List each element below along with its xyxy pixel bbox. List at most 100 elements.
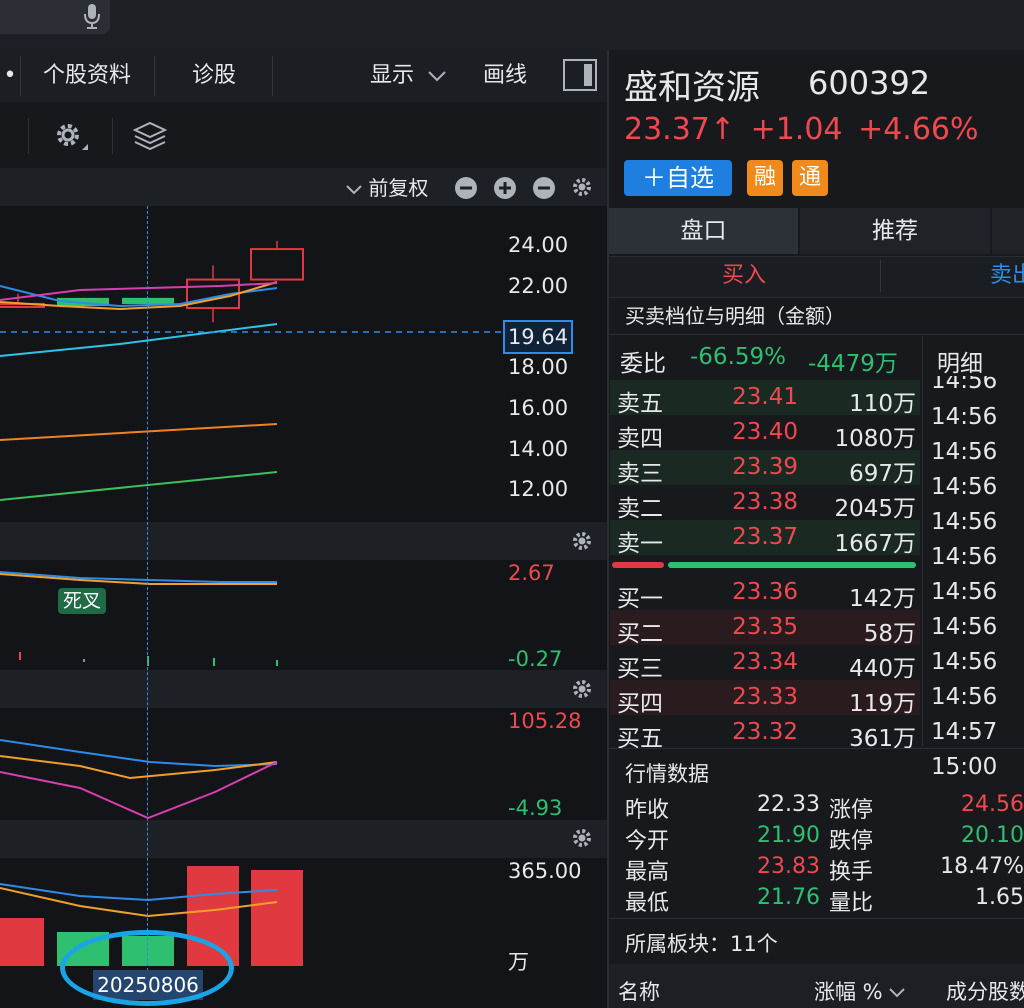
divider [609, 334, 1024, 335]
trade-time: 14:56 [931, 404, 998, 430]
trade-time: 15:00 [931, 754, 998, 780]
level-price: 23.39 [732, 454, 798, 480]
orderbook-row[interactable]: 卖一 23.37 1667万 [610, 520, 920, 557]
col-name[interactable]: 名称 [618, 976, 660, 1006]
level-label: 买二 [617, 621, 663, 647]
orderbook-row[interactable]: 卖三 23.39 697万 [610, 450, 920, 487]
adjust-dropdown[interactable]: 前复权 [346, 172, 428, 201]
level-amount: 2045万 [834, 496, 916, 522]
candle-body[interactable] [122, 297, 174, 304]
price-change-pct: +4.66% [858, 112, 979, 147]
zoom-out-icon[interactable] [532, 176, 556, 200]
y-axis-label: 16.00 [508, 396, 569, 420]
macd-chart[interactable] [0, 560, 502, 668]
tab-recommend[interactable]: 推荐 [800, 208, 990, 254]
level-label: 买三 [617, 656, 663, 682]
level-price: 23.34 [732, 649, 798, 675]
tab-more[interactable] [992, 208, 1024, 254]
level-price: 23.36 [732, 579, 798, 605]
ratio-label: 委比 [620, 351, 666, 377]
chevron-down-icon [346, 184, 362, 194]
tab-divider [880, 260, 881, 292]
stat-value: 23.83 [757, 854, 820, 879]
orderbook-row[interactable]: 买四 23.33 119万 [610, 680, 920, 717]
add-watchlist-button[interactable]: ＋自选 [624, 160, 732, 196]
orderbook-row[interactable]: 买五 23.32 361万 [610, 715, 920, 752]
level-label: 卖一 [617, 531, 663, 557]
minus-circle-icon[interactable] [454, 176, 478, 200]
tab-divider [20, 56, 21, 96]
display-label: 显示 [370, 63, 415, 88]
level-amount: 119万 [849, 691, 916, 717]
orderbook-row[interactable]: 买一 23.36 142万 [610, 575, 920, 612]
settings-gear-icon[interactable] [52, 120, 92, 154]
volume-bar[interactable] [251, 870, 303, 966]
level-amount: 110万 [849, 391, 916, 417]
gear-icon[interactable] [571, 678, 593, 700]
zoom-in-icon[interactable] [493, 176, 517, 200]
col-change-sort[interactable]: 涨幅 % [814, 976, 906, 1006]
stat-label: 换手 [829, 860, 874, 885]
candlestick-chart[interactable] [0, 206, 502, 520]
ma-line-orange-long [0, 423, 278, 441]
stat-value: 18.47% [940, 854, 1024, 879]
adjust-label: 前复权 [368, 176, 429, 200]
level-amount: 440万 [849, 656, 916, 682]
level-price: 23.35 [732, 614, 798, 640]
layers-icon[interactable] [132, 120, 168, 152]
tab-divider [154, 56, 155, 96]
col-change-label: 涨幅 % [814, 980, 883, 1004]
orderbook-row[interactable]: 买三 23.34 440万 [610, 645, 920, 682]
trade-time: 14:56 [931, 439, 998, 465]
stat-value: 1.65 [975, 885, 1024, 910]
margin-tag: 融 [747, 160, 783, 196]
draw-line-button[interactable]: 画线 [474, 50, 536, 102]
tab-quote[interactable]: 盘口 [609, 208, 798, 254]
microphone-icon[interactable] [82, 2, 102, 30]
sector-count: 所属板块：11个 [625, 932, 778, 956]
orderbook-row[interactable]: 卖五 23.41 110万 [610, 380, 920, 417]
trade-time: 14:56 [931, 509, 998, 535]
y-axis-label: 24.00 [508, 233, 569, 257]
macd-bottom-value: -0.27 [508, 647, 563, 671]
gear-icon[interactable] [571, 827, 593, 849]
tab-more-dot[interactable]: • [0, 50, 20, 102]
kdj-j-line [0, 761, 278, 820]
stock-name: 盛和资源 [624, 68, 760, 108]
stat-label: 跌停 [829, 829, 874, 854]
orderbook-row[interactable]: 卖二 23.38 2045万 [610, 485, 920, 522]
level-label: 卖五 [617, 391, 663, 417]
tab-stock-info[interactable]: 个股资料 [22, 50, 152, 102]
stat-label: 涨停 [829, 798, 874, 823]
tab-diagnose[interactable]: 诊股 [156, 50, 272, 102]
stock-code: 600392 [808, 64, 931, 102]
ratio-pct: -66.59% [690, 344, 786, 370]
price-change: +1.04 [750, 112, 843, 147]
kdj-d-line [0, 755, 278, 780]
y-axis-label: 22.00 [508, 274, 569, 298]
display-dropdown[interactable]: 显示 [370, 50, 447, 102]
level-label: 卖四 [617, 426, 663, 452]
crosshair-vertical [147, 206, 148, 986]
col-members[interactable]: 成分股数 [946, 976, 1024, 1006]
orderbook-row[interactable]: 卖四 23.40 1080万 [610, 415, 920, 452]
tab-sell[interactable]: 卖出 [990, 258, 1024, 294]
kdj-chart[interactable] [0, 708, 502, 820]
ratio-amount: -4479万 [808, 351, 898, 377]
macd-pane-header [0, 522, 607, 560]
top-bar [0, 0, 1024, 50]
gear-icon[interactable] [571, 176, 593, 198]
current-price: 23.37 [624, 112, 710, 147]
level-label: 卖二 [617, 496, 663, 522]
tab-buy[interactable]: 买入 [609, 258, 879, 294]
divider [609, 748, 1024, 749]
orderbook-row[interactable]: 买二 23.35 58万 [610, 610, 920, 647]
stat-value: 20.10 [961, 823, 1024, 848]
level-price: 23.41 [732, 384, 798, 410]
candle-body[interactable] [250, 248, 304, 281]
connect-tag: 通 [792, 160, 828, 196]
panel-toggle-icon[interactable] [562, 58, 598, 92]
price-line: 23.37↑ +1.04 +4.66% [624, 112, 979, 147]
gear-icon[interactable] [571, 530, 593, 552]
volume-bar[interactable] [0, 918, 44, 966]
